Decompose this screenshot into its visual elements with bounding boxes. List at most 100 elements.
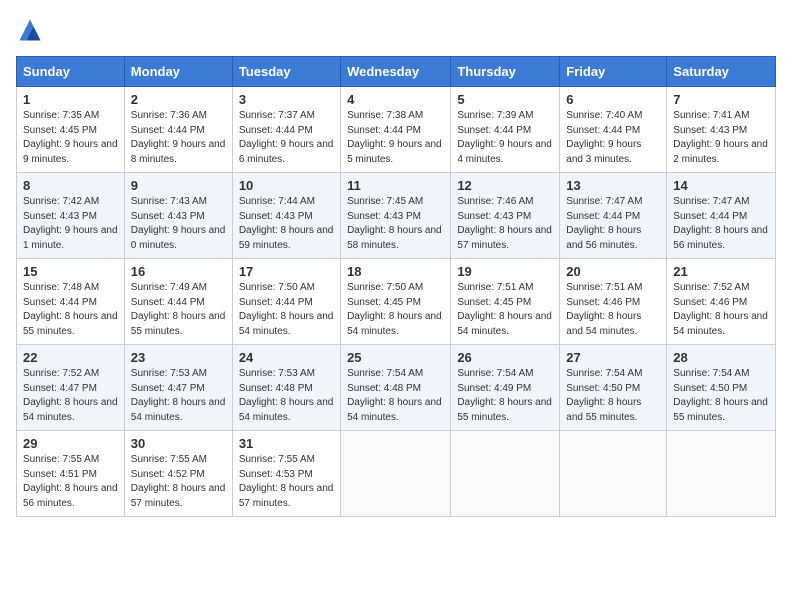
cell-content: Sunrise: 7:52 AMSunset: 4:46 PMDaylight:… bbox=[673, 281, 769, 339]
cell-content: Sunrise: 7:36 AMSunset: 4:44 PMDaylight:… bbox=[131, 109, 226, 167]
day-number: 15 bbox=[23, 264, 118, 279]
cell-content: Sunrise: 7:53 AMSunset: 4:47 PMDaylight:… bbox=[131, 367, 226, 425]
calendar-row: 15 Sunrise: 7:48 AMSunset: 4:44 PMDayligh… bbox=[17, 259, 776, 345]
calendar-table: SundayMondayTuesdayWednesdayThursdayFrid… bbox=[16, 56, 776, 517]
calendar-cell: 15 Sunrise: 7:48 AMSunset: 4:44 PMDayligh… bbox=[17, 259, 125, 345]
calendar-cell: 24Sunrise: 7:53 AMSunset: 4:48 PMDayligh… bbox=[232, 345, 340, 431]
calendar-header-row: SundayMondayTuesdayWednesdayThursdayFrid… bbox=[17, 57, 776, 87]
calendar-cell bbox=[667, 431, 776, 517]
calendar-cell: 13Sunrise: 7:47 AMSunset: 4:44 PMDayligh… bbox=[560, 173, 667, 259]
col-header-sunday: Sunday bbox=[17, 57, 125, 87]
calendar-cell: 26 Sunrise: 7:54 AMSunset: 4:49 PMDayligh… bbox=[451, 345, 560, 431]
day-number: 1 bbox=[23, 92, 118, 107]
calendar-cell: 20 Sunrise: 7:51 AMSunset: 4:46 PMDayligh… bbox=[560, 259, 667, 345]
cell-content: Sunrise: 7:39 AMSunset: 4:44 PMDaylight:… bbox=[457, 109, 553, 167]
calendar-cell: 10 Sunrise: 7:44 AMSunset: 4:43 PMDayligh… bbox=[232, 173, 340, 259]
col-header-saturday: Saturday bbox=[667, 57, 776, 87]
day-number: 21 bbox=[673, 264, 769, 279]
calendar-cell: 14 Sunrise: 7:47 AMSunset: 4:44 PMDayligh… bbox=[667, 173, 776, 259]
calendar-cell: 6 Sunrise: 7:40 AMSunset: 4:44 PMDaylight… bbox=[560, 87, 667, 173]
cell-content: Sunrise: 7:38 AMSunset: 4:44 PMDaylight:… bbox=[347, 109, 444, 167]
cell-content: Sunrise: 7:44 AMSunset: 4:43 PMDaylight:… bbox=[239, 195, 334, 253]
calendar-cell: 29 Sunrise: 7:55 AMSunset: 4:51 PMDayligh… bbox=[17, 431, 125, 517]
cell-content: Sunrise: 7:46 AMSunset: 4:43 PMDaylight:… bbox=[457, 195, 553, 253]
cell-content: Sunrise: 7:54 AMSunset: 4:49 PMDaylight:… bbox=[457, 367, 553, 425]
cell-content: Sunrise: 7:50 AMSunset: 4:44 PMDaylight:… bbox=[239, 281, 334, 339]
col-header-wednesday: Wednesday bbox=[341, 57, 451, 87]
day-number: 20 bbox=[566, 264, 660, 279]
day-number: 9 bbox=[131, 178, 226, 193]
col-header-thursday: Thursday bbox=[451, 57, 560, 87]
day-number: 28 bbox=[673, 350, 769, 365]
day-number: 31 bbox=[239, 436, 334, 451]
calendar-cell: 9Sunrise: 7:43 AMSunset: 4:43 PMDaylight… bbox=[124, 173, 232, 259]
cell-content: Sunrise: 7:55 AMSunset: 4:53 PMDaylight:… bbox=[239, 453, 334, 511]
cell-content: Sunrise: 7:54 AMSunset: 4:50 PMDaylight:… bbox=[566, 367, 660, 425]
day-number: 16 bbox=[131, 264, 226, 279]
cell-content: Sunrise: 7:48 AMSunset: 4:44 PMDaylight:… bbox=[23, 281, 118, 339]
cell-content: Sunrise: 7:49 AMSunset: 4:44 PMDaylight:… bbox=[131, 281, 226, 339]
day-number: 18 bbox=[347, 264, 444, 279]
cell-content: Sunrise: 7:35 AMSunset: 4:45 PMDaylight:… bbox=[23, 109, 118, 167]
calendar-cell: 30Sunrise: 7:55 AMSunset: 4:52 PMDayligh… bbox=[124, 431, 232, 517]
calendar-cell: 4 Sunrise: 7:38 AMSunset: 4:44 PMDaylight… bbox=[341, 87, 451, 173]
calendar-cell: 18 Sunrise: 7:50 AMSunset: 4:45 PMDayligh… bbox=[341, 259, 451, 345]
day-number: 29 bbox=[23, 436, 118, 451]
day-number: 12 bbox=[457, 178, 553, 193]
day-number: 4 bbox=[347, 92, 444, 107]
cell-content: Sunrise: 7:52 AMSunset: 4:47 PMDaylight:… bbox=[23, 367, 118, 425]
logo bbox=[16, 16, 48, 44]
calendar-cell: 23Sunrise: 7:53 AMSunset: 4:47 PMDayligh… bbox=[124, 345, 232, 431]
calendar-cell: 27 Sunrise: 7:54 AMSunset: 4:50 PMDayligh… bbox=[560, 345, 667, 431]
calendar-cell bbox=[451, 431, 560, 517]
day-number: 27 bbox=[566, 350, 660, 365]
cell-content: Sunrise: 7:42 AMSunset: 4:43 PMDaylight:… bbox=[23, 195, 118, 253]
logo-icon bbox=[16, 16, 44, 44]
cell-content: Sunrise: 7:40 AMSunset: 4:44 PMDaylight:… bbox=[566, 109, 660, 167]
day-number: 5 bbox=[457, 92, 553, 107]
calendar-cell: 2 Sunrise: 7:36 AMSunset: 4:44 PMDaylight… bbox=[124, 87, 232, 173]
calendar-cell: 22Sunrise: 7:52 AMSunset: 4:47 PMDayligh… bbox=[17, 345, 125, 431]
day-number: 8 bbox=[23, 178, 118, 193]
cell-content: Sunrise: 7:54 AMSunset: 4:50 PMDaylight:… bbox=[673, 367, 769, 425]
calendar-cell: 3Sunrise: 7:37 AMSunset: 4:44 PMDaylight… bbox=[232, 87, 340, 173]
page-header bbox=[16, 16, 776, 44]
cell-content: Sunrise: 7:51 AMSunset: 4:46 PMDaylight:… bbox=[566, 281, 660, 339]
day-number: 3 bbox=[239, 92, 334, 107]
cell-content: Sunrise: 7:47 AMSunset: 4:44 PMDaylight:… bbox=[673, 195, 769, 253]
cell-content: Sunrise: 7:55 AMSunset: 4:52 PMDaylight:… bbox=[131, 453, 226, 511]
cell-content: Sunrise: 7:50 AMSunset: 4:45 PMDaylight:… bbox=[347, 281, 444, 339]
day-number: 6 bbox=[566, 92, 660, 107]
calendar-row: 1 Sunrise: 7:35 AMSunset: 4:45 PMDaylight… bbox=[17, 87, 776, 173]
calendar-cell: 17 Sunrise: 7:50 AMSunset: 4:44 PMDayligh… bbox=[232, 259, 340, 345]
day-number: 19 bbox=[457, 264, 553, 279]
day-number: 7 bbox=[673, 92, 769, 107]
calendar-cell: 1 Sunrise: 7:35 AMSunset: 4:45 PMDaylight… bbox=[17, 87, 125, 173]
day-number: 11 bbox=[347, 178, 444, 193]
cell-content: Sunrise: 7:54 AMSunset: 4:48 PMDaylight:… bbox=[347, 367, 444, 425]
day-number: 14 bbox=[673, 178, 769, 193]
day-number: 2 bbox=[131, 92, 226, 107]
day-number: 26 bbox=[457, 350, 553, 365]
cell-content: Sunrise: 7:51 AMSunset: 4:45 PMDaylight:… bbox=[457, 281, 553, 339]
col-header-tuesday: Tuesday bbox=[232, 57, 340, 87]
col-header-monday: Monday bbox=[124, 57, 232, 87]
calendar-row: 29 Sunrise: 7:55 AMSunset: 4:51 PMDayligh… bbox=[17, 431, 776, 517]
calendar-cell: 11 Sunrise: 7:45 AMSunset: 4:43 PMDayligh… bbox=[341, 173, 451, 259]
calendar-cell: 12 Sunrise: 7:46 AMSunset: 4:43 PMDayligh… bbox=[451, 173, 560, 259]
calendar-cell: 8 Sunrise: 7:42 AMSunset: 4:43 PMDaylight… bbox=[17, 173, 125, 259]
day-number: 17 bbox=[239, 264, 334, 279]
calendar-cell: 25 Sunrise: 7:54 AMSunset: 4:48 PMDayligh… bbox=[341, 345, 451, 431]
calendar-row: 8 Sunrise: 7:42 AMSunset: 4:43 PMDaylight… bbox=[17, 173, 776, 259]
calendar-cell bbox=[560, 431, 667, 517]
calendar-cell: 5 Sunrise: 7:39 AMSunset: 4:44 PMDaylight… bbox=[451, 87, 560, 173]
day-number: 13 bbox=[566, 178, 660, 193]
calendar-cell: 16 Sunrise: 7:49 AMSunset: 4:44 PMDayligh… bbox=[124, 259, 232, 345]
col-header-friday: Friday bbox=[560, 57, 667, 87]
calendar-cell: 19 Sunrise: 7:51 AMSunset: 4:45 PMDayligh… bbox=[451, 259, 560, 345]
day-number: 10 bbox=[239, 178, 334, 193]
day-number: 25 bbox=[347, 350, 444, 365]
cell-content: Sunrise: 7:55 AMSunset: 4:51 PMDaylight:… bbox=[23, 453, 118, 511]
day-number: 24 bbox=[239, 350, 334, 365]
cell-content: Sunrise: 7:45 AMSunset: 4:43 PMDaylight:… bbox=[347, 195, 444, 253]
